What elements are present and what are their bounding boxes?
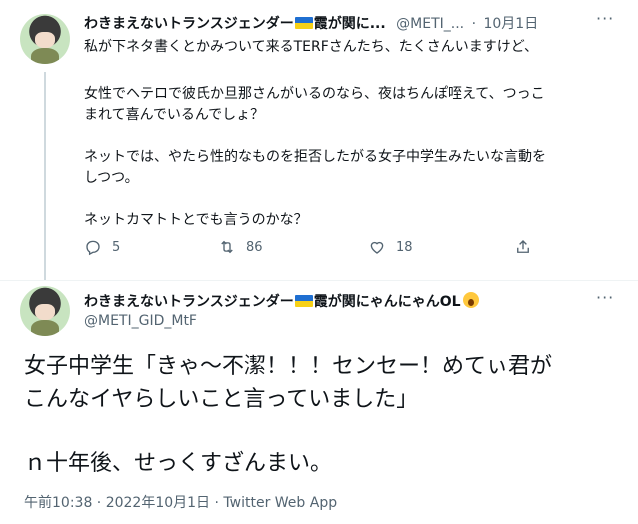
- share-icon: [517, 240, 529, 253]
- tweet-text-line: まれて喜んでいるんでしょ？: [84, 107, 265, 123]
- tweet-text-line: 女子中学生「きゃ～不潔！！！センセー！めてぃ君が: [24, 354, 553, 379]
- screaming-face-icon: [462, 292, 479, 308]
- tweet-header: わきまえないトランスジェンダー 霞が関にゃんにゃんOL: [84, 291, 479, 311]
- tweet-timestamp[interactable]: 午前10:38 · 2022年10月1日 · Twitter Web App: [24, 492, 337, 512]
- tweet-text-line: 女性でヘテロで彼氏か旦那さんがいるのなら、夜はちんぽ咥えて、つっこ: [84, 86, 545, 102]
- heart-icon: [370, 241, 384, 254]
- divider: [0, 280, 638, 281]
- avatar-face: [35, 32, 55, 48]
- avatar-face: [35, 304, 55, 320]
- retweet-button[interactable]: 86: [218, 238, 263, 256]
- avatar-body: [31, 48, 59, 64]
- retweet-count: 86: [246, 239, 263, 255]
- display-name[interactable]: わきまえないトランスジェンダー: [84, 16, 294, 32]
- reply-button[interactable]: 5: [84, 238, 120, 256]
- tweet-date[interactable]: 10月1日: [483, 16, 538, 32]
- display-name-suffix[interactable]: 霞が関にゃんにゃんOL: [314, 294, 461, 310]
- ukraine-flag-icon: [294, 17, 313, 29]
- tweet-header: わきまえないトランスジェンダー 霞が関に... @METI_... · 10月1日: [84, 13, 538, 33]
- handle[interactable]: @METI_GID_MtF: [84, 313, 197, 329]
- display-name-suffix[interactable]: 霞が関に...: [314, 16, 386, 32]
- display-name[interactable]: わきまえないトランスジェンダー: [84, 294, 294, 310]
- tweet-text-line: ｎ十年後、せっくすざんまい。: [24, 451, 333, 476]
- ukraine-flag-icon: [294, 295, 313, 307]
- tweet-1[interactable]: わきまえないトランスジェンダー 霞が関に... @METI_... · 10月1日…: [0, 0, 638, 280]
- reply-icon: [86, 240, 100, 256]
- tweet-text-line: ネットカマトトとでも言うのかな？: [84, 212, 308, 228]
- tweet-text-line: 私が下ネタ書くとかみついて来るTERFさんたち、たくさんいますけど、: [84, 39, 539, 55]
- thread-line: [44, 72, 46, 280]
- more-options-icon[interactable]: ···: [596, 9, 614, 28]
- tweet-actions: 5 86 18: [84, 238, 554, 264]
- handle[interactable]: @METI_...: [396, 16, 464, 32]
- avatar[interactable]: [20, 14, 70, 64]
- tweet-text-line: しつつ。: [84, 170, 139, 186]
- like-count: 18: [396, 239, 413, 255]
- tweet-text-line: ネットでは、やたら性的なものを拒否したがる女子中学生みたいな言動を: [84, 149, 546, 165]
- separator-dot: ·: [471, 16, 477, 32]
- like-button[interactable]: 18: [368, 238, 413, 256]
- share-button[interactable]: [514, 238, 532, 256]
- avatar[interactable]: [20, 286, 70, 336]
- avatar-body: [31, 320, 59, 336]
- reply-count: 5: [112, 239, 121, 255]
- tweet-text-line: こんなイヤらしいこと言っていました」: [24, 387, 419, 412]
- more-options-icon[interactable]: ···: [596, 288, 614, 307]
- retweet-icon: [221, 240, 233, 254]
